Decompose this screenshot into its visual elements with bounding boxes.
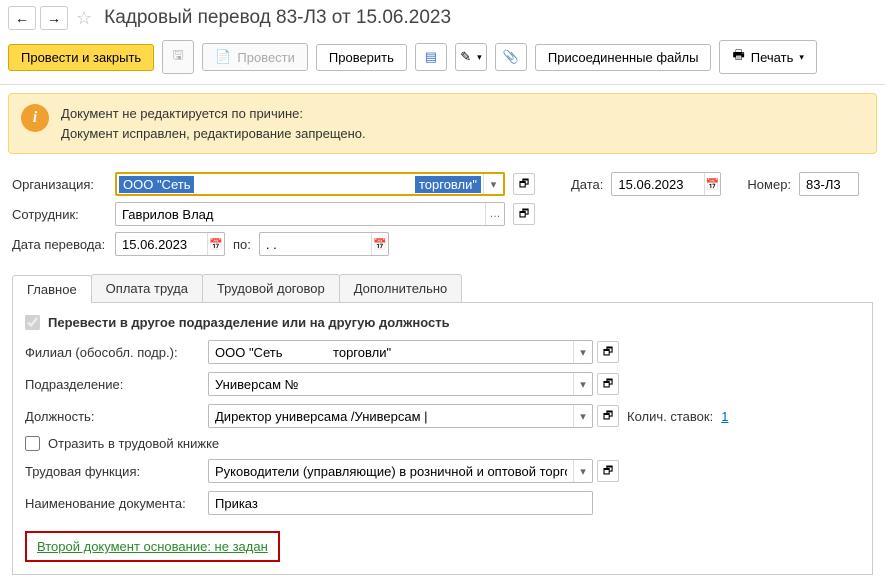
open-button[interactable]: 🗗 — [597, 341, 619, 363]
open-button[interactable]: 🗗 — [597, 373, 619, 395]
tab-main[interactable]: Главное — [12, 275, 92, 303]
second-doc-link[interactable]: Второй документ основание: не задан — [37, 539, 268, 554]
warning-line2: Документ исправлен, редактирование запре… — [61, 124, 366, 144]
number-label: Номер: — [747, 177, 791, 192]
verify-button[interactable]: Проверить — [316, 44, 407, 71]
info-icon: i — [21, 104, 49, 132]
department-label: Подразделение: — [25, 377, 200, 392]
position-input[interactable]: ▾ — [208, 404, 593, 428]
date-label: Дата: — [571, 177, 603, 192]
save-button[interactable]: 🖫 — [162, 40, 194, 74]
doc-name-input[interactable] — [208, 491, 593, 515]
work-function-label: Трудовая функция: — [25, 464, 200, 479]
document-icon: ▤ — [425, 49, 437, 65]
dropdown-button[interactable]: ▾ — [573, 460, 592, 482]
transfer-date-label: Дата перевода: — [12, 237, 107, 252]
open-button[interactable]: 🗗 — [597, 405, 619, 427]
tab-additional[interactable]: Дополнительно — [339, 274, 463, 302]
work-function-input[interactable]: ▾ — [208, 459, 593, 483]
warning-panel: i Документ не редактируется по причине: … — [8, 93, 877, 154]
workbook-checkbox-label: Отразить в трудовой книжке — [48, 436, 219, 451]
tab-payment[interactable]: Оплата труда — [91, 274, 203, 302]
tab-contract[interactable]: Трудовой договор — [202, 274, 340, 302]
rates-label: Колич. ставок: — [627, 409, 713, 424]
transfer-checkbox-label: Перевести в другое подразделение или на … — [48, 315, 450, 330]
post-button[interactable]: 📄Провести — [202, 43, 308, 71]
paperclip-icon: 📎 — [503, 49, 519, 65]
attached-files-button[interactable]: Присоединенные файлы — [535, 44, 712, 71]
open-button[interactable]: 🗗 — [597, 460, 619, 482]
print-button[interactable]: 🖶Печать▾ — [719, 40, 816, 74]
calendar-button[interactable]: 📅 — [704, 173, 721, 195]
number-input[interactable] — [799, 172, 859, 196]
chevron-down-icon: ▾ — [477, 52, 482, 63]
dropdown-button[interactable]: ▾ — [573, 373, 592, 395]
open-button[interactable]: 🗗 — [513, 203, 535, 225]
pencil-icon: ✎ — [460, 49, 471, 65]
page-title: Кадровый перевод 83-Л3 от 15.06.2023 — [104, 7, 451, 29]
forward-button[interactable]: → — [40, 6, 68, 30]
dropdown-button[interactable]: ▾ — [573, 405, 592, 427]
dropdown-button[interactable]: ▾ — [573, 341, 592, 363]
back-button[interactable]: ← — [8, 6, 36, 30]
to-label: по: — [233, 237, 251, 252]
transfer-date-input[interactable]: 📅 — [115, 232, 225, 256]
branch-input[interactable]: ▾ — [208, 340, 593, 364]
calendar-button[interactable]: 📅 — [207, 233, 224, 255]
to-date-input[interactable]: 📅 — [259, 232, 389, 256]
open-button[interactable]: 🗗 — [513, 173, 535, 195]
department-input[interactable]: ▾ — [208, 372, 593, 396]
warning-line1: Документ не редактируется по причине: — [61, 104, 366, 124]
date-input[interactable]: 📅 — [611, 172, 721, 196]
transfer-checkbox[interactable] — [25, 315, 40, 330]
organization-label: Организация: — [12, 177, 107, 192]
doc-name-label: Наименование документа: — [25, 496, 200, 511]
document-button[interactable]: ▤ — [415, 43, 447, 71]
organization-input[interactable]: ООО "Сеть торговли" ▾ — [115, 172, 505, 196]
position-label: Должность: — [25, 409, 200, 424]
calendar-button[interactable]: 📅 — [371, 233, 388, 255]
dropdown-button[interactable]: ▾ — [483, 174, 503, 194]
favorite-star-icon[interactable]: ☆ — [76, 8, 92, 29]
employee-input[interactable]: … — [115, 202, 505, 226]
attach-button[interactable]: 📎 — [495, 43, 527, 71]
employee-label: Сотрудник: — [12, 207, 107, 222]
more-button[interactable]: … — [485, 203, 504, 225]
rates-link[interactable]: 1 — [721, 409, 728, 424]
highlighted-link-box: Второй документ основание: не задан — [25, 531, 280, 562]
branch-label: Филиал (обособл. подр.): — [25, 345, 200, 360]
save-icon: 🖫 — [173, 46, 184, 68]
workbook-checkbox[interactable] — [25, 436, 40, 451]
post-and-close-button[interactable]: Провести и закрыть — [8, 44, 154, 71]
printer-icon: 🖶 — [732, 46, 744, 68]
post-icon: 📄 — [215, 49, 231, 65]
chevron-down-icon: ▾ — [799, 52, 804, 63]
edit-button[interactable]: ✎▾ — [455, 43, 487, 71]
